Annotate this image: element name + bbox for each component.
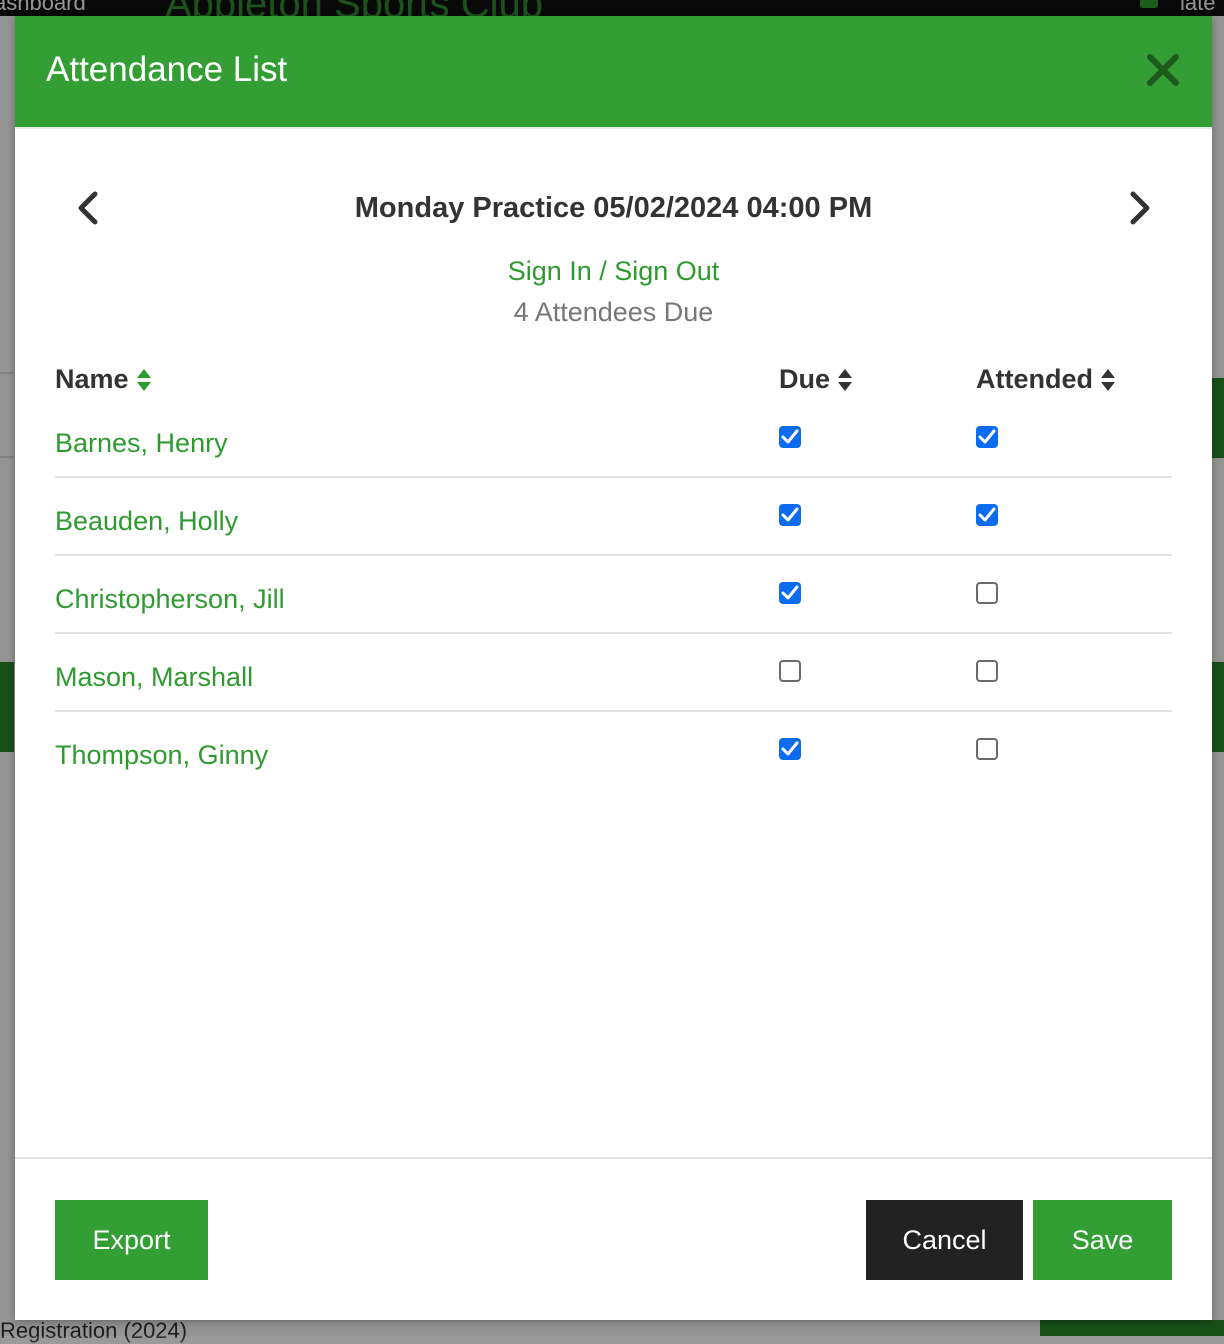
- sign-in-sign-out-link[interactable]: Sign In / Sign Out: [15, 256, 1212, 287]
- attendance-modal: Attendance List Monday Practice 05/02/20…: [15, 16, 1212, 1320]
- checkmark-icon: [781, 585, 799, 600]
- attended-checkbox[interactable]: [976, 660, 998, 682]
- modal-header: Attendance List: [15, 16, 1212, 129]
- sort-icon: [838, 368, 853, 391]
- column-header-name-label: Name: [55, 364, 129, 394]
- attendee-name-link[interactable]: Christopherson, Jill: [55, 584, 285, 615]
- sort-icon: [1101, 368, 1115, 391]
- table-row: Beauden, Holly: [55, 478, 1172, 556]
- table-row: Thompson, Ginny: [55, 712, 1172, 790]
- attended-checkbox[interactable]: [976, 738, 998, 760]
- checkmark-icon: [781, 507, 799, 522]
- table-row: Mason, Marshall: [55, 634, 1172, 712]
- attended-checkbox[interactable]: [976, 582, 998, 604]
- close-button[interactable]: [1145, 52, 1181, 88]
- attendees-due-count: 4 Attendees Due: [513, 297, 714, 327]
- attendee-name-link[interactable]: Beauden, Holly: [55, 506, 238, 537]
- modal-title: Attendance List: [46, 50, 288, 89]
- attended-checkbox[interactable]: [976, 426, 998, 448]
- column-header-due[interactable]: Due: [779, 364, 853, 395]
- table-row: Christopherson, Jill: [55, 556, 1172, 634]
- export-button[interactable]: Export: [55, 1200, 208, 1280]
- cancel-button[interactable]: Cancel: [866, 1200, 1023, 1280]
- column-header-name[interactable]: Name: [55, 364, 152, 395]
- checkmark-icon: [978, 429, 996, 444]
- column-header-due-label: Due: [779, 364, 831, 394]
- due-checkbox[interactable]: [779, 738, 801, 760]
- attendee-name-link[interactable]: Thompson, Ginny: [55, 740, 268, 771]
- due-checkbox[interactable]: [779, 582, 801, 604]
- attended-checkbox[interactable]: [976, 504, 998, 526]
- table-row: Barnes, Henry: [55, 400, 1172, 478]
- attendee-name-link[interactable]: Barnes, Henry: [55, 428, 228, 459]
- close-icon: [1147, 54, 1179, 86]
- footer-divider: [15, 1157, 1212, 1159]
- next-session-button[interactable]: [1125, 188, 1155, 228]
- due-checkbox[interactable]: [779, 426, 801, 448]
- checkmark-icon: [781, 741, 799, 756]
- column-header-attended-label: Attended: [976, 364, 1093, 394]
- checkmark-icon: [978, 507, 996, 522]
- session-title: Monday Practice 05/02/2024 04:00 PM: [354, 192, 873, 224]
- attendee-name-link[interactable]: Mason, Marshall: [55, 662, 253, 693]
- column-header-attended[interactable]: Attended: [976, 364, 1116, 395]
- due-checkbox[interactable]: [779, 660, 801, 682]
- save-button[interactable]: Save: [1033, 1200, 1172, 1280]
- due-checkbox[interactable]: [779, 504, 801, 526]
- checkmark-icon: [781, 429, 799, 444]
- chevron-right-icon: [1130, 191, 1150, 225]
- sort-icon: [136, 368, 151, 391]
